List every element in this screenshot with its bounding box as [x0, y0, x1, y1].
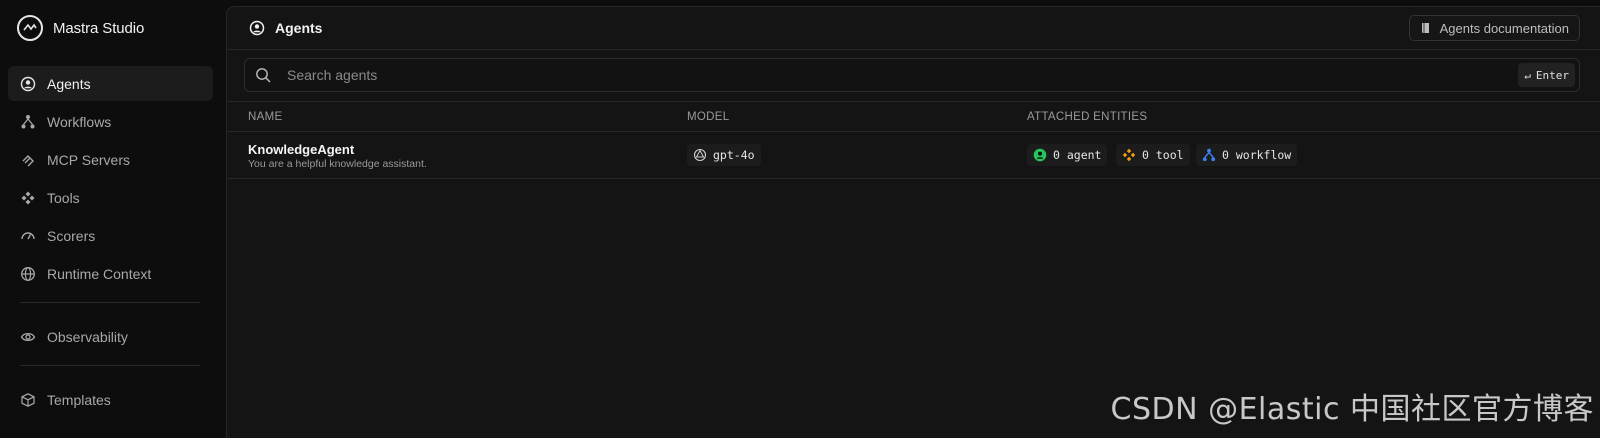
sidebar-nav: Agents Workflows MCP Servers Tools Score… [8, 66, 213, 420]
sidebar-divider [20, 365, 200, 366]
sidebar-item-label: Runtime Context [47, 265, 152, 282]
mcp-icon [22, 154, 34, 166]
sidebar-item-scorers[interactable]: Scorers [8, 218, 213, 253]
agents-documentation-button[interactable]: Agents documentation [1408, 15, 1580, 41]
sidebar-item-observability[interactable]: Observability [8, 319, 213, 354]
column-name-header: NAME [248, 111, 283, 123]
sidebar-divider [20, 302, 200, 303]
table-row[interactable]: KnowledgeAgent You are a helpful knowled… [227, 132, 1600, 179]
app-root: Mastra Studio Agents Workflows MCP Serve… [0, 0, 1600, 438]
watermark-text: CSDN @Elastic 中国社区官方博客 [1110, 392, 1594, 427]
sidebar-item-label: Tools [47, 189, 80, 206]
sidebar-item-label: Agents [47, 75, 91, 92]
sidebar-item-tools[interactable]: Tools [8, 180, 213, 215]
workflow-count: 0 workflow [1222, 148, 1292, 162]
app-name: Mastra Studio [53, 19, 145, 37]
page-header: Agents Agents documentation [227, 7, 1600, 50]
sidebar-item-label: Observability [47, 328, 128, 345]
search-icon [256, 67, 271, 83]
sidebar-item-label: MCP Servers [47, 151, 130, 168]
eye-icon [20, 332, 36, 341]
column-model-header: MODEL [687, 111, 730, 123]
brand[interactable]: Mastra Studio [17, 14, 144, 42]
page-title: Agents [249, 20, 322, 36]
sidebar-item-agents[interactable]: Agents [8, 66, 213, 101]
sidebar-item-label: Workflows [47, 113, 112, 130]
sidebar: Mastra Studio Agents Workflows MCP Serve… [0, 0, 226, 438]
globe-icon [21, 266, 35, 281]
sidebar-item-label: Scorers [47, 227, 96, 244]
model-name: gpt-4o [713, 148, 755, 162]
workflow-count-badge: 0 workflow [1196, 144, 1298, 166]
workflow-icon [1202, 148, 1216, 162]
main-panel: Agents Agents documentation ↵ Enter NAME… [226, 6, 1600, 438]
enter-shortcut: ↵ Enter [1518, 63, 1575, 87]
book-icon [1421, 23, 1429, 33]
agent-count: 0 agent [1053, 148, 1102, 162]
sidebar-item-workflows[interactable]: Workflows [8, 104, 213, 139]
agent-icon [1033, 148, 1047, 162]
docs-button-label: Agents documentation [1439, 20, 1569, 36]
sidebar-item-mcp-servers[interactable]: MCP Servers [8, 142, 213, 177]
column-attached-entities-header: ATTACHED ENTITIES [1027, 111, 1148, 123]
gauge-icon [21, 231, 35, 239]
agent-count-badge: 0 agent [1027, 144, 1108, 166]
page-title-text: Agents [275, 20, 323, 36]
user-circle-icon [249, 20, 265, 36]
tools-icon [21, 191, 35, 204]
sidebar-item-runtime-context[interactable]: Runtime Context [8, 256, 213, 291]
search-input[interactable] [287, 67, 1519, 83]
agent-name[interactable]: KnowledgeAgent [248, 142, 354, 157]
openai-icon [693, 148, 707, 162]
tool-count: 0 tool [1142, 148, 1184, 162]
enter-key-icon: ↵ [1524, 68, 1531, 82]
tool-icon [1122, 148, 1136, 162]
tool-count-badge: 0 tool [1116, 144, 1190, 166]
agent-description: You are a helpful knowledge assistant. [248, 158, 427, 170]
mastra-logo-icon [17, 15, 43, 41]
search-bar: ↵ Enter [227, 50, 1600, 102]
sidebar-item-templates[interactable]: Templates [8, 382, 213, 417]
box-icon [21, 392, 35, 407]
sidebar-item-label: Templates [47, 391, 111, 408]
table-header: NAME MODEL ATTACHED ENTITIES [227, 102, 1600, 132]
enter-key-label: Enter [1535, 68, 1569, 82]
user-circle-icon [20, 76, 36, 91]
workflow-icon [21, 114, 35, 128]
model-badge: gpt-4o [687, 144, 761, 166]
search-box[interactable]: ↵ Enter [244, 58, 1580, 92]
